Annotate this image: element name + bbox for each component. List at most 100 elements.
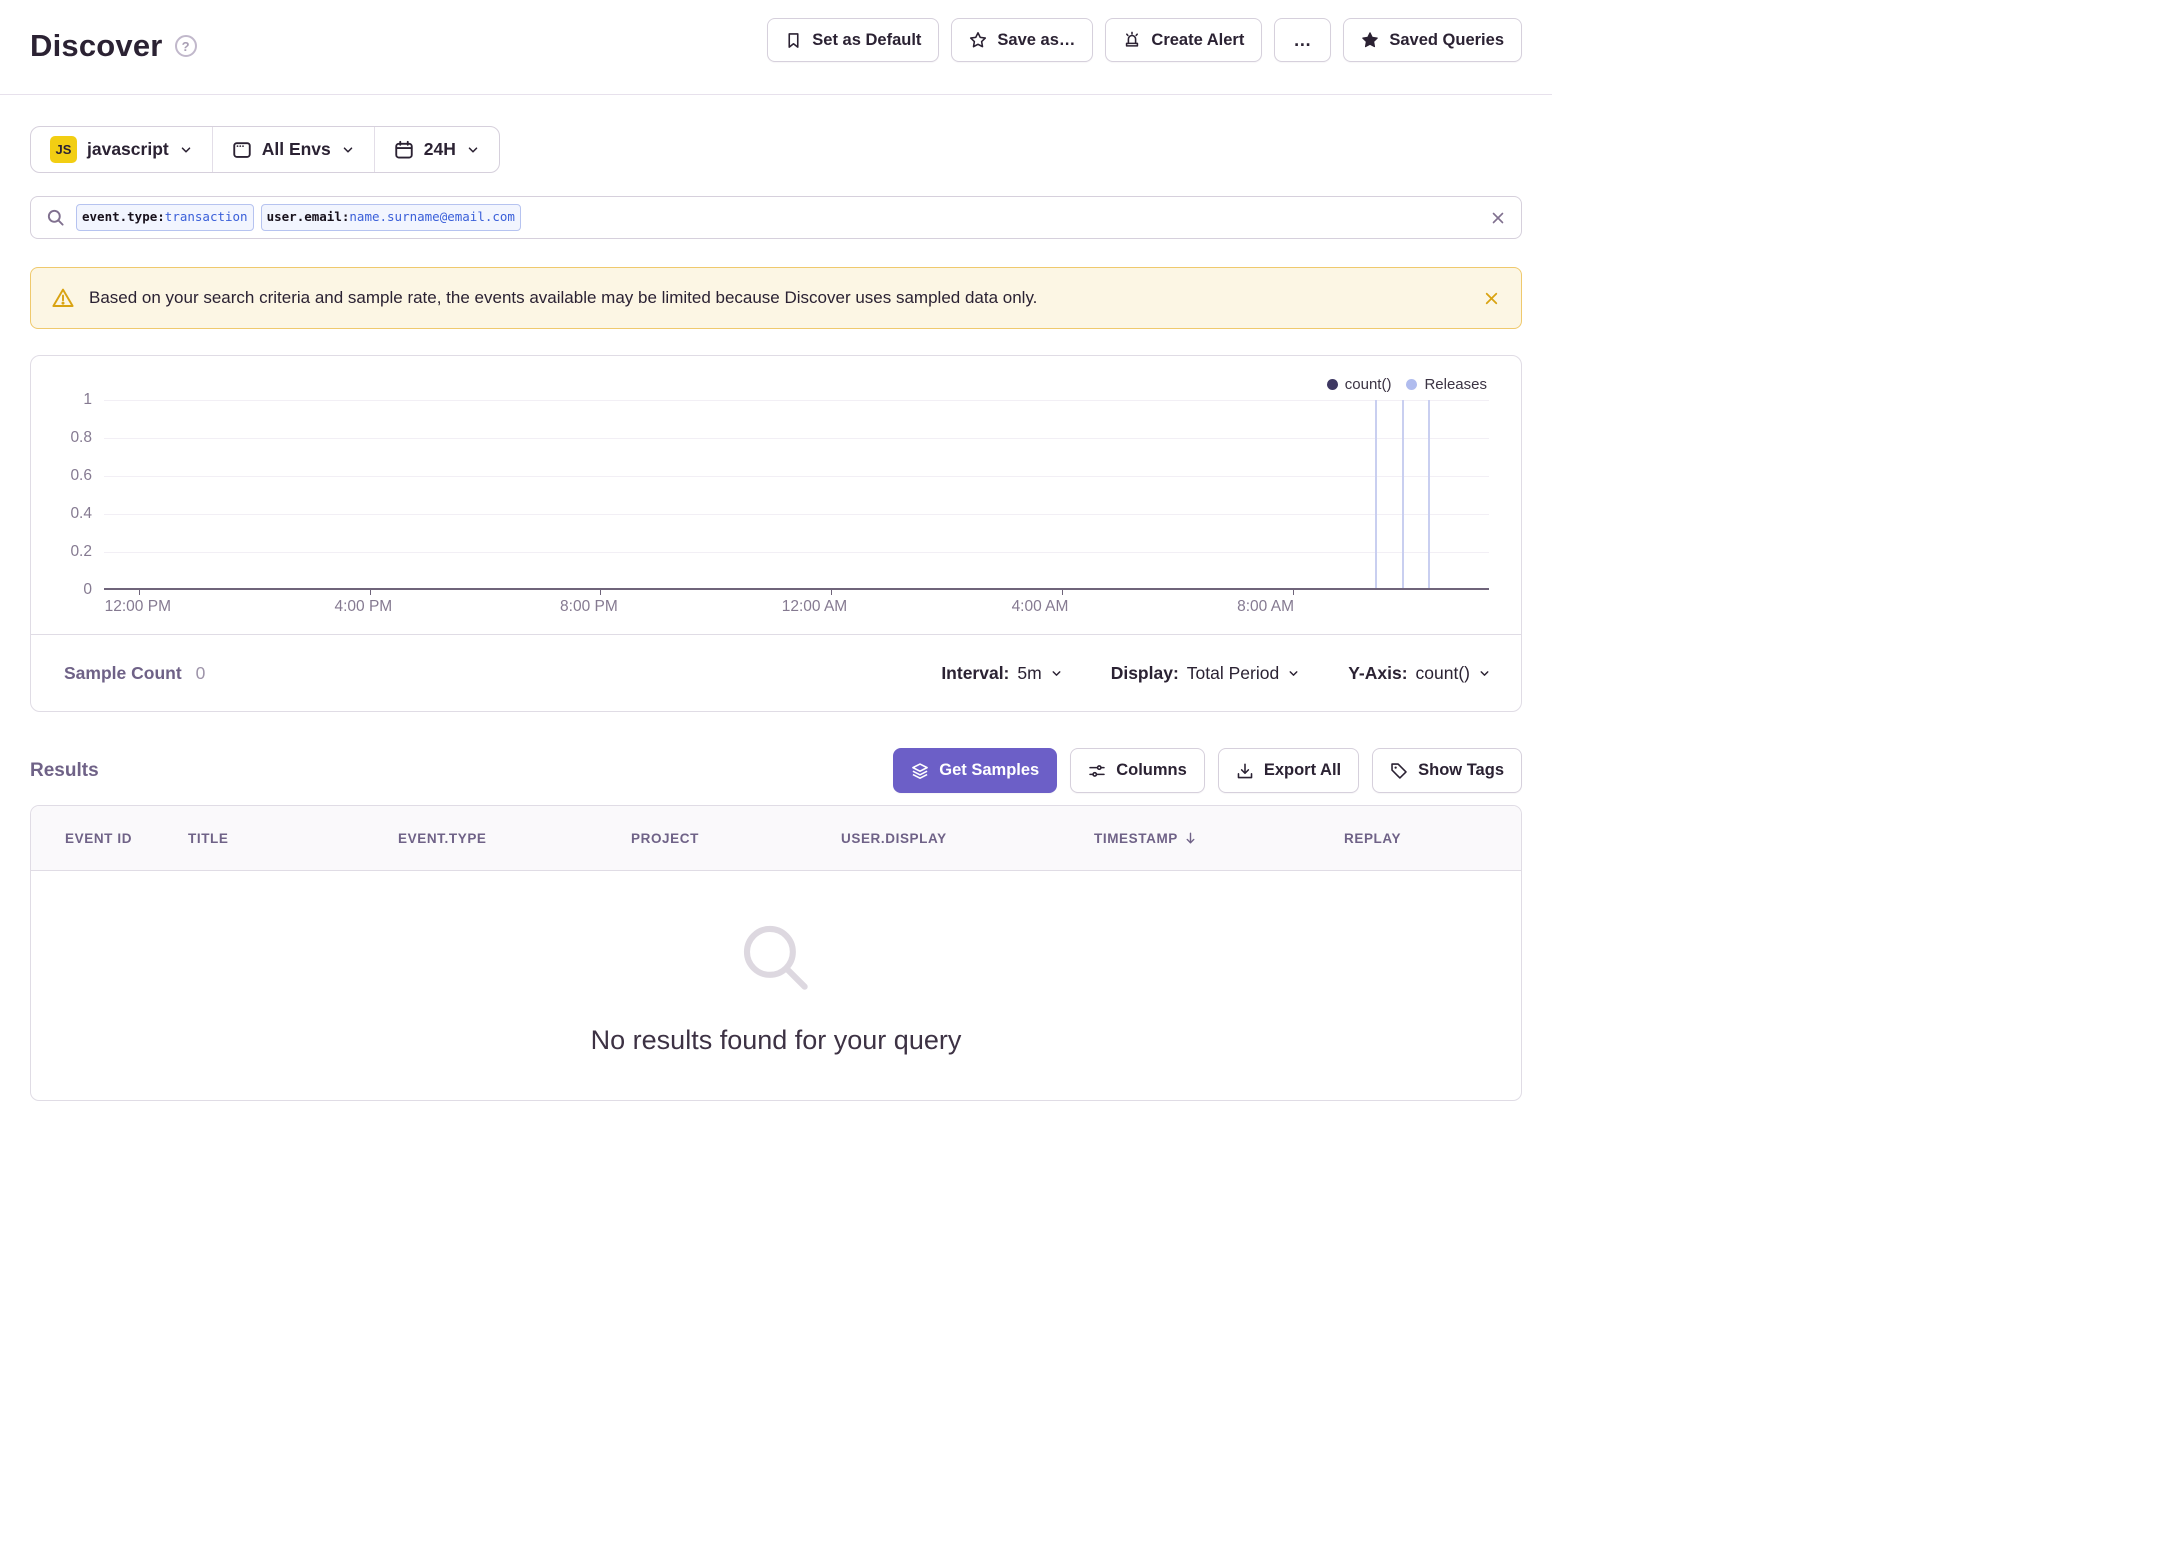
window-icon <box>232 140 252 160</box>
table-header-row: EVENT ID TITLE EVENT.TYPE PROJECT USER.D… <box>31 806 1521 871</box>
button-label: Set as Default <box>812 30 922 49</box>
gridline <box>104 438 1489 439</box>
display-value: Total Period <box>1186 662 1280 683</box>
environment-filter-label: All Envs <box>261 139 331 159</box>
chevron-down-icon <box>341 143 355 157</box>
results-header-row: Results Get Samples Columns Export All S… <box>30 748 1522 793</box>
x-tick-label: 12:00 AM <box>781 598 848 615</box>
x-tick-label: 4:00 AM <box>1011 598 1069 615</box>
button-label: Get Samples <box>939 761 1040 779</box>
siren-icon <box>1123 31 1141 49</box>
page-header: Discover ? Set as Default Save as… Creat… <box>0 0 1552 95</box>
save-as-button[interactable]: Save as… <box>951 18 1094 62</box>
warning-message: Based on your search criteria and sample… <box>89 288 1038 307</box>
token-value: name.surname@email.com <box>349 209 515 225</box>
column-label: EVENT ID <box>65 830 133 846</box>
column-label: TITLE <box>188 830 229 846</box>
y-tick-label: 0 <box>83 581 92 598</box>
y-axis-labels: 1 0.8 0.6 0.4 0.2 0 <box>31 391 104 598</box>
layers-icon <box>911 762 929 780</box>
token-key: user.email: <box>266 209 350 225</box>
page-filter-bar: JS javascript All Envs 24H <box>30 126 500 173</box>
chevron-down-icon <box>466 143 480 157</box>
token-value: transaction <box>164 209 248 225</box>
download-icon <box>1236 762 1254 780</box>
release-line <box>1428 400 1431 588</box>
interval-dropdown[interactable]: Interval: 5m <box>941 663 1062 684</box>
column-header-timestamp[interactable]: TIMESTAMP <box>1094 831 1344 846</box>
project-filter[interactable]: JS javascript <box>31 127 212 172</box>
search-token[interactable]: event.type: transaction <box>76 204 254 231</box>
chart-area: count() Releases 1 0.8 0.6 0.4 0.2 0 12:… <box>31 356 1521 626</box>
x-tick-label: 4:00 PM <box>334 598 393 615</box>
results-actions: Get Samples Columns Export All Show Tags <box>893 748 1522 793</box>
y-tick-label: 0.4 <box>70 505 92 522</box>
column-header-user-display[interactable]: USER.DISPLAY <box>841 831 1094 846</box>
chevron-down-icon <box>1478 667 1491 680</box>
title-wrap: Discover ? <box>30 28 197 64</box>
search-token[interactable]: user.email: name.surname@email.com <box>260 204 521 231</box>
interval-value: 5m <box>1017 662 1042 683</box>
column-label: EVENT.TYPE <box>398 830 487 846</box>
chevron-down-icon <box>1287 667 1300 680</box>
calendar-icon <box>394 140 414 160</box>
timeframe-filter-label: 24H <box>423 139 456 159</box>
gridline <box>104 476 1489 477</box>
releases-series-dot-icon <box>1406 379 1418 390</box>
column-header-project[interactable]: PROJECT <box>631 831 841 846</box>
empty-results-state: No results found for your query <box>31 871 1521 1100</box>
chart-footer: Sample Count 0 Interval: 5m Display: Tot… <box>31 634 1521 711</box>
legend-item-releases[interactable]: Releases <box>1406 376 1487 393</box>
export-all-button[interactable]: Export All <box>1217 748 1360 793</box>
x-axis-labels: 12:00 PM 4:00 PM 8:00 PM 12:00 AM 4:00 A… <box>104 590 1457 626</box>
timeframe-filter[interactable]: 24H <box>373 127 499 172</box>
token-key: event.type: <box>82 209 165 225</box>
y-tick-label: 0.6 <box>70 467 92 484</box>
yaxis-label: Y-Axis: <box>1348 662 1408 683</box>
column-header-replay[interactable]: REPLAY <box>1344 831 1401 846</box>
sampled-data-warning-banner: Based on your search criteria and sample… <box>30 267 1522 329</box>
search-input[interactable]: event.type: transaction user.email: name.s… <box>30 196 1522 239</box>
columns-button[interactable]: Columns <box>1070 748 1205 793</box>
header-actions: Set as Default Save as… Create Alert … S… <box>767 18 1522 62</box>
legend-label: Releases <box>1424 376 1487 393</box>
legend-label: count() <box>1344 376 1392 393</box>
ellipsis-icon: … <box>1293 29 1313 50</box>
legend-item-count[interactable]: count() <box>1326 376 1392 393</box>
show-tags-button[interactable]: Show Tags <box>1372 748 1522 793</box>
dismiss-warning-icon[interactable] <box>1483 290 1500 307</box>
button-label: Create Alert <box>1151 30 1245 49</box>
saved-queries-button[interactable]: Saved Queries <box>1343 18 1522 62</box>
yaxis-value: count() <box>1415 662 1470 683</box>
display-dropdown[interactable]: Display: Total Period <box>1111 663 1301 684</box>
environment-filter[interactable]: All Envs <box>211 127 374 172</box>
column-label: REPLAY <box>1344 830 1402 846</box>
bookmark-icon <box>785 32 802 49</box>
help-icon[interactable]: ? <box>174 35 197 57</box>
set-as-default-button[interactable]: Set as Default <box>767 18 940 62</box>
clear-search-icon[interactable] <box>1490 210 1506 226</box>
column-header-event-type[interactable]: EVENT.TYPE <box>398 831 631 846</box>
column-header-event-id[interactable]: EVENT ID <box>65 831 188 846</box>
chart-plot[interactable] <box>104 400 1489 595</box>
release-line <box>1401 400 1404 588</box>
release-line <box>1375 400 1378 588</box>
yaxis-dropdown[interactable]: Y-Axis: count() <box>1348 663 1491 684</box>
chart-legend: count() Releases <box>1326 376 1487 393</box>
javascript-platform-icon: JS <box>50 136 77 163</box>
x-tick-label: 8:00 PM <box>560 598 618 615</box>
column-header-title[interactable]: TITLE <box>188 831 398 846</box>
get-samples-button[interactable]: Get Samples <box>893 748 1058 793</box>
star-filled-icon <box>1361 31 1379 49</box>
gridline <box>104 400 1489 401</box>
chevron-down-icon <box>179 143 193 157</box>
main-content: JS javascript All Envs 24H event.type: t… <box>0 95 1552 1101</box>
create-alert-button[interactable]: Create Alert <box>1105 18 1263 62</box>
x-tick-label: 12:00 PM <box>104 598 171 615</box>
discover-page: Discover ? Set as Default Save as… Creat… <box>0 0 1552 1101</box>
plot-row: 1 0.8 0.6 0.4 0.2 0 <box>31 391 1489 598</box>
chevron-down-icon <box>1050 667 1063 680</box>
sliders-icon <box>1088 762 1106 780</box>
column-label: PROJECT <box>631 830 699 846</box>
more-options-button[interactable]: … <box>1274 18 1332 62</box>
